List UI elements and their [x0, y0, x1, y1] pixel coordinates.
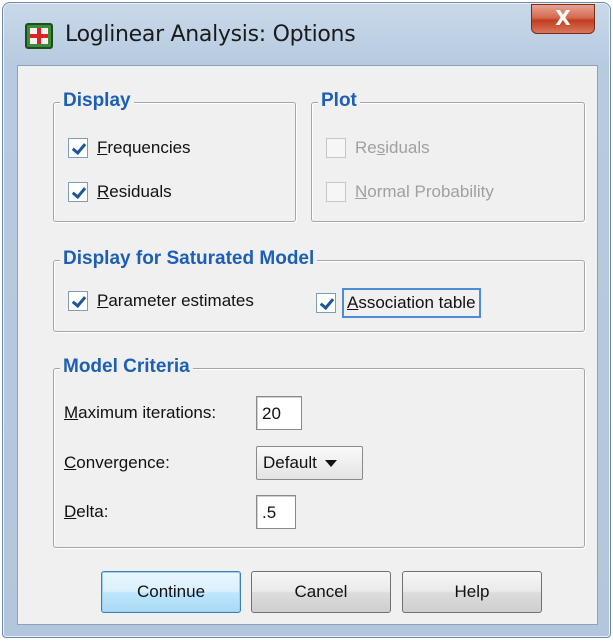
close-icon: X	[555, 6, 571, 30]
residuals-checkbox[interactable]: Residuals	[68, 182, 172, 202]
display-legend: Display	[60, 90, 134, 112]
convergence-label: Convergence:	[64, 453, 170, 472]
plot-residuals-label: Residuals	[355, 138, 430, 157]
model-criteria-group: Model Criteria Maximum iterations: 20 Co…	[53, 356, 585, 548]
max-iterations-label: Maximum iterations:	[64, 403, 217, 422]
close-button[interactable]: X	[531, 4, 595, 34]
max-iterations-input[interactable]: 20	[256, 396, 302, 430]
checkbox-box	[326, 138, 346, 158]
saturated-legend: Display for Saturated Model	[60, 248, 318, 270]
checkbox-box[interactable]	[68, 182, 88, 202]
delta-input[interactable]: .5	[256, 495, 296, 529]
continue-button[interactable]: Continue	[101, 571, 241, 613]
frequencies-checkbox[interactable]: Frequencies	[68, 138, 191, 158]
association-table-checkbox[interactable]: Association table	[316, 288, 481, 318]
window-title: Loglinear Analysis: Options	[65, 22, 356, 47]
chevron-down-icon	[324, 459, 337, 467]
delta-label: Delta:	[64, 502, 109, 521]
dialog-window: Loglinear Analysis: Options X Display Fr…	[2, 2, 611, 638]
dialog-body: Display Frequencies Residuals Plot Resid…	[17, 65, 598, 625]
residuals-label: Residuals	[97, 182, 172, 201]
display-group: Display Frequencies Residuals	[53, 90, 296, 222]
spss-app-icon	[25, 23, 53, 49]
association-table-label: Association table	[342, 288, 481, 318]
saturated-model-group: Display for Saturated Model Parameter es…	[53, 248, 585, 332]
checkbox-box[interactable]	[316, 293, 336, 313]
parameter-estimates-checkbox[interactable]: Parameter estimates	[68, 291, 254, 311]
normal-probability-label: Normal Probability	[355, 182, 494, 201]
plot-residuals-checkbox: Residuals	[326, 138, 430, 158]
plot-legend: Plot	[318, 90, 360, 112]
help-button[interactable]: Help	[402, 571, 542, 613]
frequencies-label: Frequencies	[97, 138, 191, 157]
normal-probability-checkbox: Normal Probability	[326, 182, 494, 202]
model-criteria-legend: Model Criteria	[60, 356, 193, 378]
convergence-select[interactable]: Default	[256, 446, 363, 480]
checkbox-box[interactable]	[68, 291, 88, 311]
checkbox-box	[326, 182, 346, 202]
parameter-estimates-label: Parameter estimates	[97, 291, 254, 310]
convergence-value: Default	[263, 453, 317, 472]
plot-group: Plot Residuals Normal Probability	[311, 90, 585, 222]
title-bar[interactable]: Loglinear Analysis: Options X	[3, 3, 610, 65]
cancel-button[interactable]: Cancel	[251, 571, 391, 613]
checkbox-box[interactable]	[68, 138, 88, 158]
